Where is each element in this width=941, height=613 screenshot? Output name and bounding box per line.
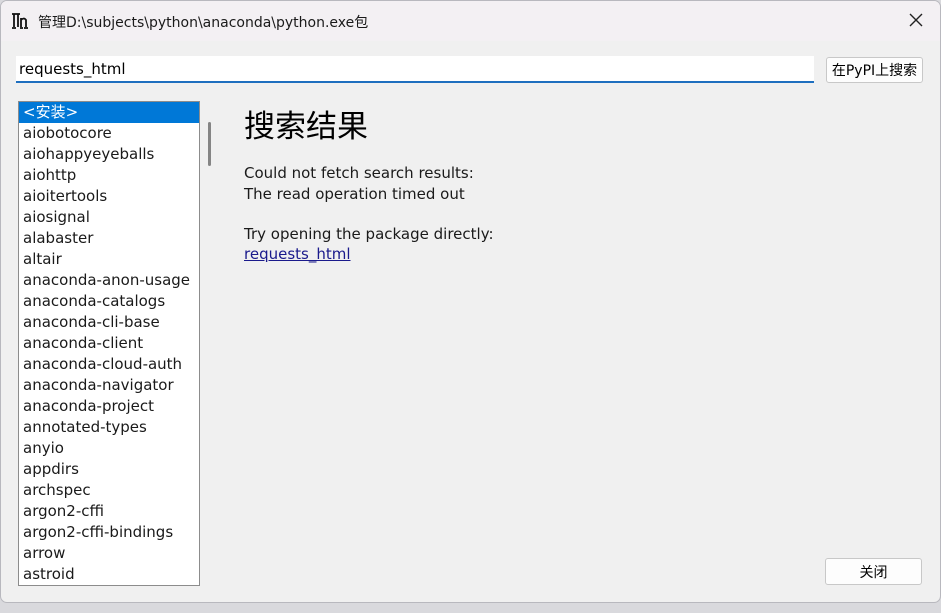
list-item[interactable]: aiohappyeyeballs — [19, 144, 199, 165]
list-item-install[interactable]: <安装> — [19, 102, 199, 123]
list-item[interactable]: alabaster — [19, 228, 199, 249]
list-item[interactable]: astroid — [19, 564, 199, 585]
thonny-logo-icon — [11, 12, 29, 30]
list-item[interactable]: argon2-cffi — [19, 501, 199, 522]
list-item[interactable]: altair — [19, 249, 199, 270]
list-item[interactable]: arrow — [19, 543, 199, 564]
list-item[interactable]: anaconda-client — [19, 333, 199, 354]
list-item[interactable]: argon2-cffi-bindings — [19, 522, 199, 543]
package-list[interactable]: <安装> aiobotocore aiohappyeyeballs aiohttp ai… — [18, 101, 200, 586]
list-item[interactable]: aiohttp — [19, 165, 199, 186]
results-heading: 搜索结果 — [244, 109, 368, 145]
list-item[interactable]: anaconda-navigator — [19, 375, 199, 396]
window-title: 管理D:\subjects\python\anaconda\python.exe… — [38, 15, 369, 31]
list-item[interactable]: aiobotocore — [19, 123, 199, 144]
list-item[interactable]: anyio — [19, 438, 199, 459]
list-item[interactable]: aioitertools — [19, 186, 199, 207]
list-item[interactable]: anaconda-anon-usage — [19, 270, 199, 291]
list-item[interactable]: anaconda-cli-base — [19, 312, 199, 333]
package-search-input[interactable] — [16, 56, 814, 83]
list-item[interactable]: anaconda-catalogs — [19, 291, 199, 312]
package-list-scrollbar[interactable] — [208, 122, 211, 166]
direct-open-hint: Try opening the package directly: — [244, 225, 494, 243]
package-manager-window: 管理D:\subjects\python\anaconda\python.exe… — [0, 0, 941, 603]
close-icon — [909, 12, 923, 31]
close-button[interactable]: 关闭 — [825, 558, 922, 585]
list-item[interactable]: aiosignal — [19, 207, 199, 228]
list-item[interactable]: anaconda-project — [19, 396, 199, 417]
package-direct-link[interactable]: requests_html — [244, 245, 351, 263]
error-message-line-2: The read operation timed out — [244, 185, 465, 203]
list-item[interactable]: archspec — [19, 480, 199, 501]
title-bar: 管理D:\subjects\python\anaconda\python.exe… — [1, 1, 940, 41]
search-pypi-button[interactable]: 在PyPI上搜索 — [826, 57, 923, 83]
list-item[interactable]: appdirs — [19, 459, 199, 480]
list-item[interactable]: anaconda-cloud-auth — [19, 354, 199, 375]
list-item[interactable]: annotated-types — [19, 417, 199, 438]
error-message-line-1: Could not fetch search results: — [244, 164, 474, 182]
window-close-button[interactable] — [898, 5, 934, 37]
